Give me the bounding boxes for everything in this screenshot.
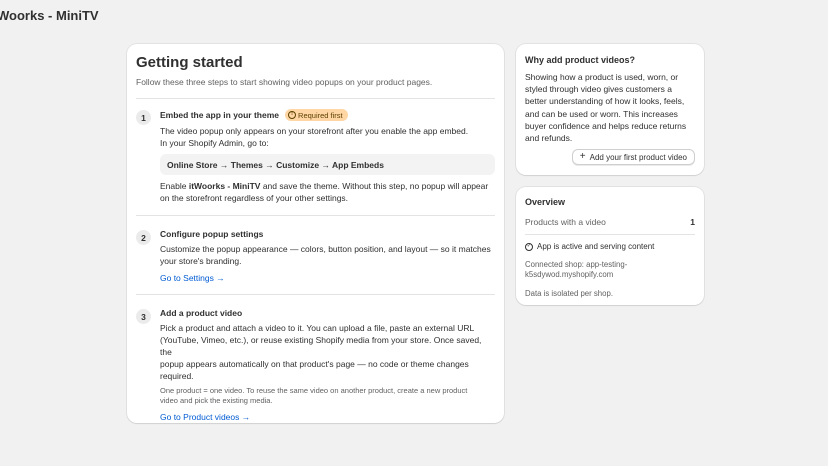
note-text: video and pick the existing media. (160, 396, 273, 405)
step-1: 1 Embed the app in your theme ! Required… (136, 109, 495, 204)
products-count: 1 (690, 217, 695, 227)
step-number: 2 (136, 230, 151, 245)
badge-label: Required first (298, 110, 343, 120)
card-title: Why add product videos? (525, 55, 636, 65)
step-text: Pick a product and attach a video to it.… (160, 323, 475, 333)
app-status: ✓ App is active and serving content (525, 242, 695, 251)
card-title: Overview (525, 197, 566, 207)
step-title: Add a product video (160, 308, 243, 318)
step-text: (YouTube, Vimeo, etc.), or reuse existin… (160, 335, 482, 357)
why-text: Showing how a product is used, worn, or … (525, 72, 687, 144)
required-badge: ! Required first (285, 109, 348, 121)
divider (525, 234, 695, 235)
step-text: In your Shopify Admin, go to: (160, 138, 269, 148)
button-label: Add your first product video (589, 152, 687, 162)
step-text: Customize the popup appearance — colors,… (160, 244, 491, 254)
note-text: One product = one video. To reuse the sa… (160, 386, 468, 395)
settings-link[interactable]: Go to Settings → (160, 273, 225, 283)
step-title: Embed the app in your theme (160, 110, 280, 120)
page-subtitle: Follow these three steps to start showin… (136, 77, 433, 87)
step-text: required. (160, 371, 194, 381)
info-icon: ! (288, 111, 297, 119)
divider (136, 294, 495, 295)
isolation-note: Data is isolated per shop. (525, 289, 613, 298)
step-number: 3 (136, 309, 151, 324)
step-text: popup appears automatically on that prod… (160, 359, 469, 369)
product-videos-link[interactable]: Go to Product videos → (160, 412, 250, 422)
step-title: Configure popup settings (160, 229, 264, 239)
check-circle-icon: ✓ (525, 242, 533, 251)
step-3: 3 Add a product video Pick a product and… (136, 308, 495, 425)
divider (136, 98, 495, 99)
status-text: App is active and serving content (537, 242, 655, 251)
plus-icon: + (579, 151, 586, 162)
enable-instructions-2: on the storefront regardless of your oth… (160, 193, 349, 203)
step-text-block: Pick a product and attach a video to it.… (160, 322, 495, 382)
products-count-row: Products with a video 1 (525, 217, 695, 227)
add-product-video-button[interactable]: + Add your first product video (571, 149, 695, 165)
step-note: One product = one video. To reuse the sa… (160, 386, 495, 406)
connected-shop: Connected shop: app-testing- k5sdywod.my… (525, 260, 628, 279)
menu-path: Online Store → Themes → Customize → App … (160, 154, 495, 175)
step-2: 2 Configure popup settings Customize the… (136, 229, 495, 286)
step-text: your store's branding. (160, 256, 242, 266)
page-title: Getting started (136, 54, 243, 71)
step-text: The video popup only appears on your sto… (160, 126, 469, 136)
step-number: 1 (136, 110, 151, 125)
products-label: Products with a video (525, 217, 606, 227)
getting-started-card: Getting started Follow these three steps… (127, 44, 504, 423)
app-embed-name: itWoorks - MiniTV (188, 181, 261, 191)
enable-instructions: Enable itWoorks - MiniTV and save the th… (160, 181, 489, 191)
overview-card: Overview Products with a video 1 ✓ App i… (516, 187, 704, 305)
why-videos-card: Why add product videos? Showing how a pr… (516, 44, 704, 175)
app-title: Woorks - MiniTV (0, 8, 99, 23)
divider (136, 215, 495, 216)
